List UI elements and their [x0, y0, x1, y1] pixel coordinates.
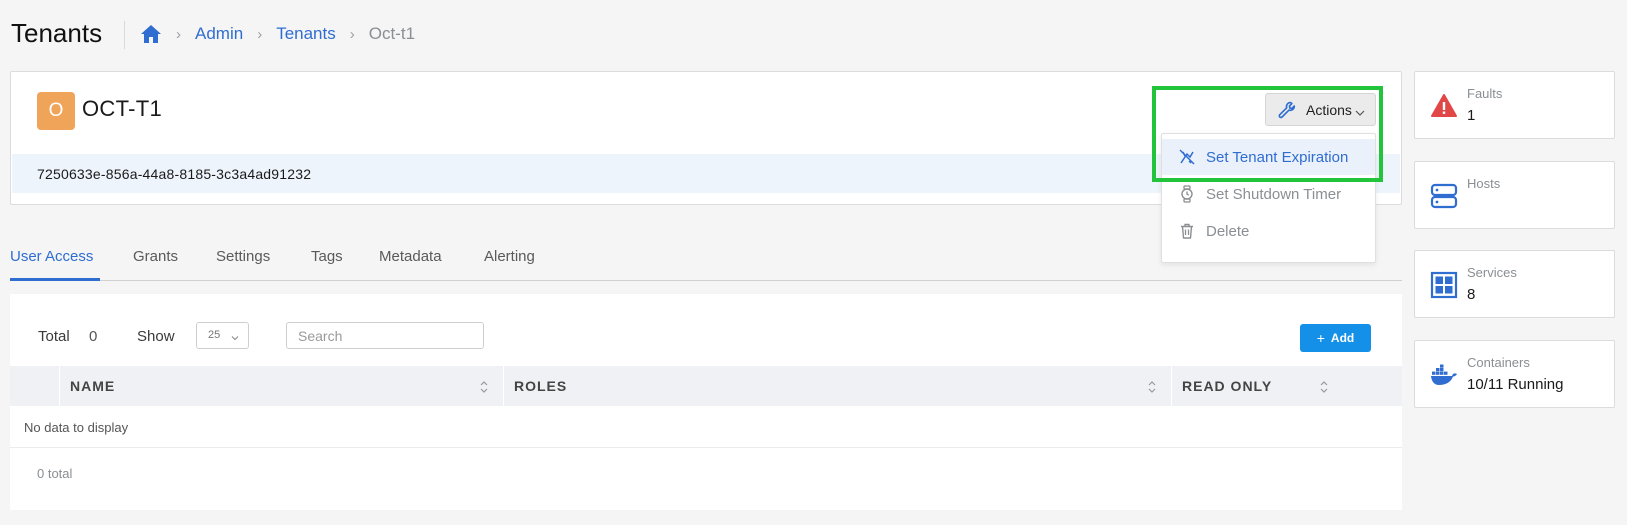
- column-divider: [59, 366, 60, 406]
- grid-icon: [1430, 271, 1458, 299]
- user-access-panel: Total 0 Show 25 + Add NAME ROLES READ ON…: [10, 294, 1402, 510]
- breadcrumb: › Admin › Tenants › Oct-t1: [140, 24, 415, 44]
- active-tab-indicator: [10, 278, 100, 281]
- watch-icon: [1178, 185, 1196, 203]
- stat-value: 8: [1467, 286, 1476, 303]
- warning-icon: [1430, 92, 1458, 120]
- add-button[interactable]: + Add: [1300, 324, 1371, 352]
- chevron-right-icon: ›: [349, 25, 355, 43]
- breadcrumb-tenants[interactable]: Tenants: [276, 24, 336, 44]
- show-label: Show: [137, 328, 175, 345]
- column-header-roles[interactable]: ROLES: [514, 366, 567, 406]
- stat-value: 1: [1467, 107, 1476, 124]
- search-input[interactable]: [286, 322, 484, 349]
- breadcrumb-admin[interactable]: Admin: [195, 24, 243, 44]
- page-title: Tenants: [11, 18, 103, 48]
- table-header: NAME ROLES READ ONLY: [10, 366, 1402, 406]
- menu-item-set-shutdown-timer[interactable]: Set Shutdown Timer: [1162, 176, 1375, 212]
- column-divider: [1171, 366, 1172, 406]
- tab-bar: User Access Grants Settings Tags Metadat…: [10, 245, 1402, 281]
- divider: [10, 447, 1402, 448]
- docker-icon: [1430, 361, 1458, 389]
- menu-item-label: Set Tenant Expiration: [1206, 148, 1349, 166]
- tab-grants[interactable]: Grants: [133, 248, 178, 265]
- wrench-icon: [1278, 101, 1296, 119]
- actions-button[interactable]: Actions: [1265, 93, 1376, 126]
- menu-item-delete[interactable]: Delete: [1162, 213, 1375, 249]
- chevron-right-icon: ›: [257, 25, 263, 43]
- column-header-name[interactable]: NAME: [70, 366, 115, 406]
- page-size-select[interactable]: 25: [196, 322, 249, 349]
- tab-alerting[interactable]: Alerting: [484, 248, 535, 265]
- home-icon[interactable]: [140, 24, 162, 44]
- tab-user-access[interactable]: User Access: [10, 248, 93, 265]
- no-clock-icon: [1178, 148, 1196, 166]
- breadcrumb-current: Oct-t1: [368, 24, 416, 43]
- actions-menu: Set Tenant Expiration Set Shutdown Timer…: [1161, 133, 1376, 263]
- column-divider: [503, 366, 504, 406]
- stat-label: Services: [1467, 265, 1517, 280]
- tenant-avatar: O: [37, 92, 75, 130]
- sort-icon[interactable]: [1148, 380, 1156, 394]
- tab-settings[interactable]: Settings: [216, 248, 270, 265]
- actions-label: Actions: [1306, 101, 1352, 118]
- total-count: 0: [89, 328, 98, 345]
- add-label: Add: [1330, 331, 1355, 345]
- menu-item-label: Set Shutdown Timer: [1206, 185, 1342, 203]
- stat-value: 10/11 Running: [1467, 376, 1564, 393]
- total-label: Total: [38, 328, 70, 345]
- stat-label: Hosts: [1467, 176, 1501, 191]
- sort-icon[interactable]: [1320, 380, 1328, 394]
- column-header-read-only[interactable]: READ ONLY: [1182, 366, 1272, 406]
- stat-card-hosts[interactable]: Hosts: [1414, 161, 1615, 229]
- server-icon: [1430, 182, 1458, 210]
- menu-item-label: Delete: [1206, 222, 1250, 240]
- stat-label: Containers: [1467, 355, 1530, 370]
- chevron-down-icon: [1355, 105, 1365, 116]
- stat-card-containers[interactable]: Containers 10/11 Running: [1414, 340, 1615, 408]
- tab-metadata[interactable]: Metadata: [379, 248, 442, 265]
- stat-card-services[interactable]: Services 8: [1414, 250, 1615, 318]
- sort-icon[interactable]: [480, 380, 488, 394]
- stat-label: Faults: [1467, 86, 1503, 101]
- tenant-name: OCT-T1: [82, 96, 163, 121]
- page-size-value: 25: [208, 329, 221, 341]
- plus-icon: +: [1316, 330, 1325, 346]
- chevron-down-icon: [231, 333, 239, 341]
- empty-table-message: No data to display: [24, 420, 129, 435]
- tenant-id: 7250633e-856a-44a8-8185-3c3a4ad91232: [37, 166, 312, 182]
- chevron-right-icon: ›: [176, 25, 181, 43]
- trash-icon: [1178, 222, 1196, 240]
- menu-item-set-tenant-expiration[interactable]: Set Tenant Expiration: [1162, 139, 1375, 175]
- tab-tags[interactable]: Tags: [311, 248, 343, 265]
- table-footer-total: 0 total: [37, 466, 73, 481]
- title-divider: [124, 21, 125, 49]
- stat-card-faults[interactable]: Faults 1: [1414, 71, 1615, 139]
